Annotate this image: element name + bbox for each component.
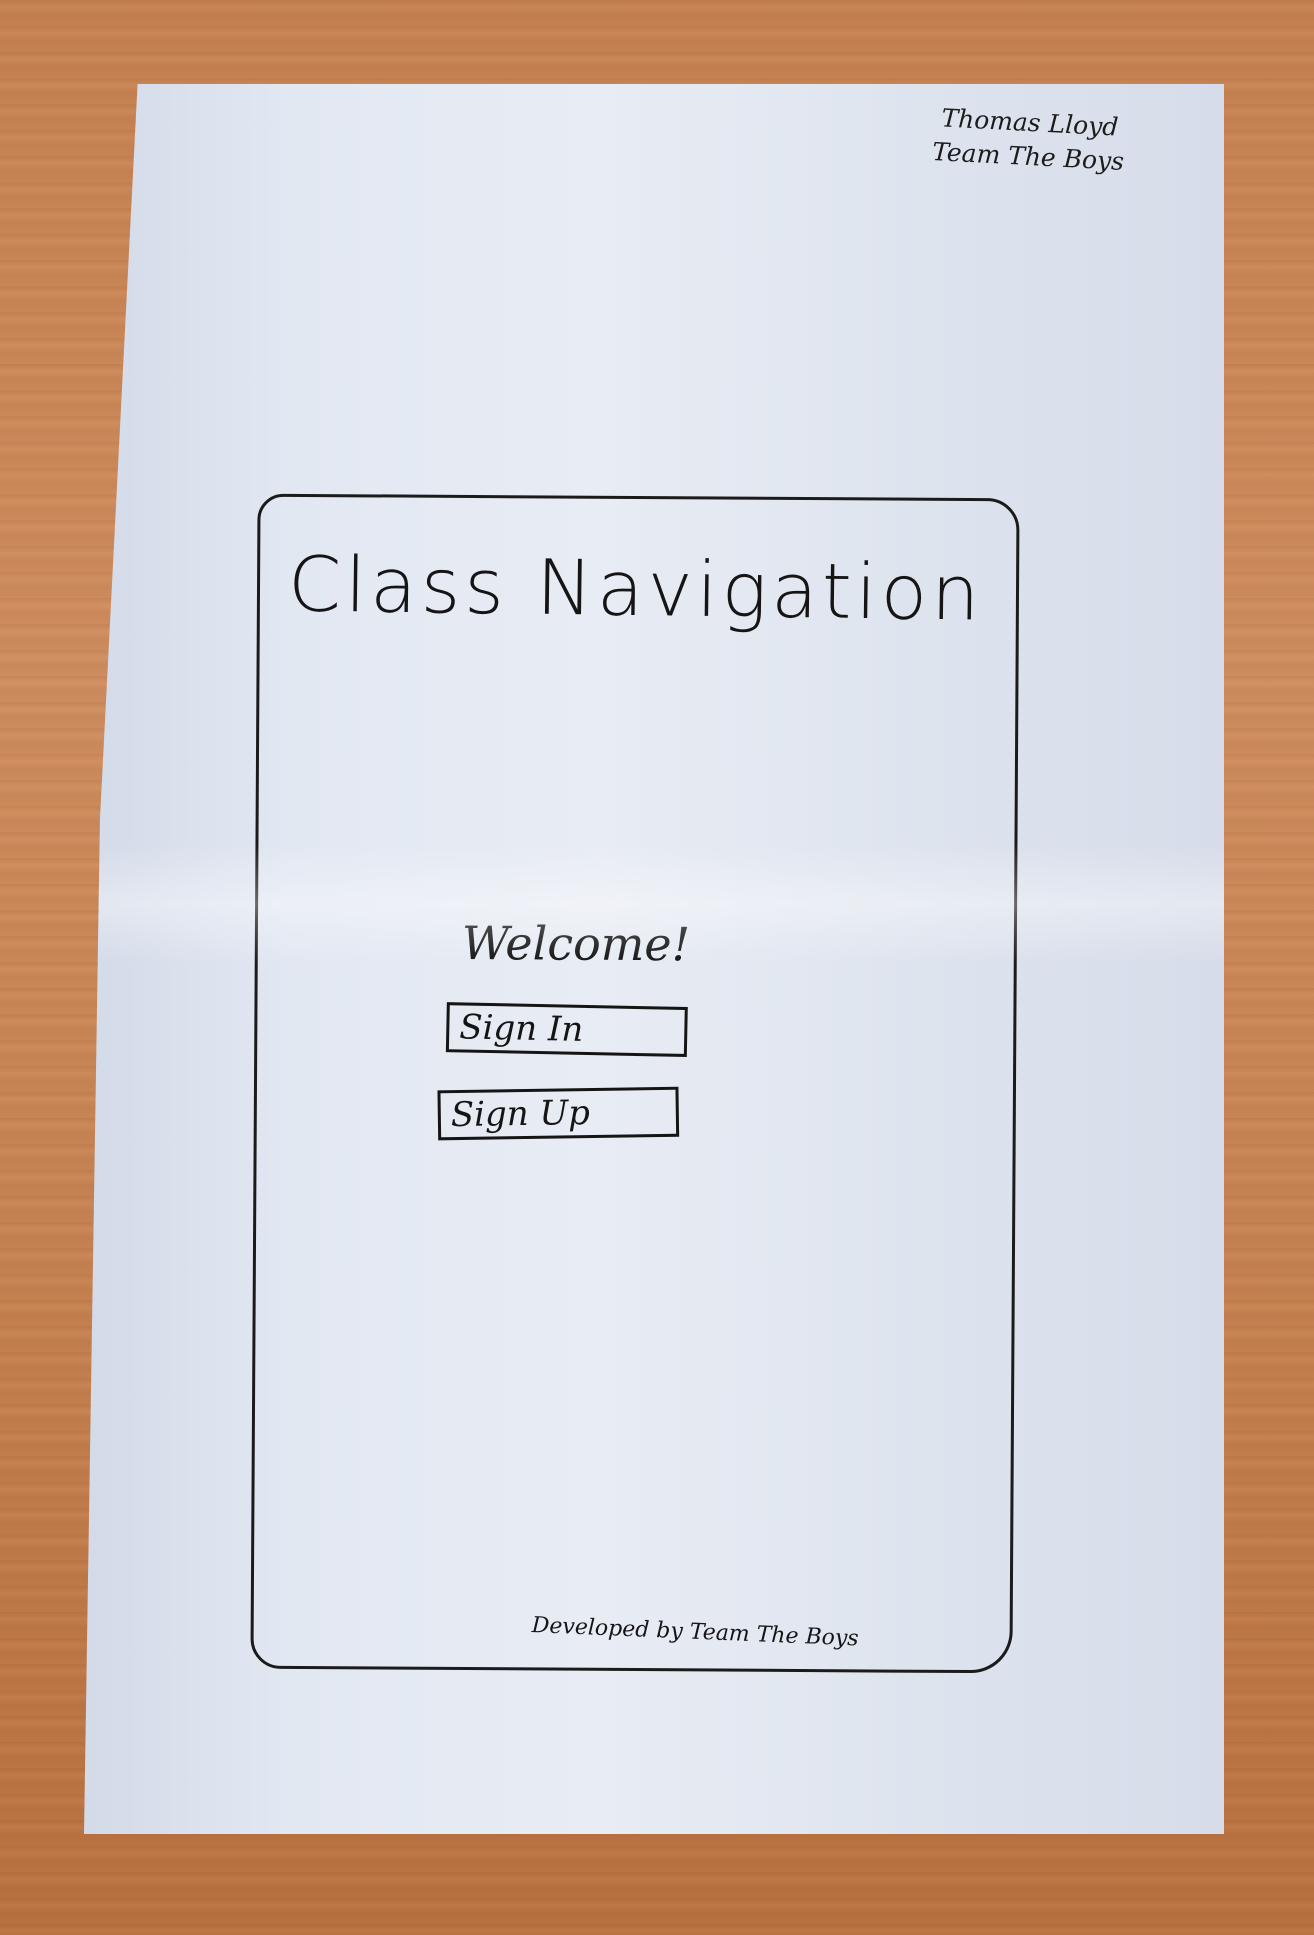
- sign-in-button[interactable]: Sign In: [445, 1002, 688, 1057]
- sign-up-button[interactable]: Sign Up: [437, 1086, 680, 1141]
- author-block: Thomas Lloyd Team The Boys: [862, 97, 1195, 182]
- app-screen-frame: Class Navigation Welcome! Sign In Sign U…: [250, 493, 1020, 1674]
- welcome-text: Welcome!: [461, 915, 691, 972]
- paper-sheet: Thomas Lloyd Team The Boys Class Navigat…: [84, 84, 1224, 1834]
- footer-credit: Developed by Team The Boys: [531, 1613, 860, 1652]
- app-title: Class Navigation: [287, 539, 984, 638]
